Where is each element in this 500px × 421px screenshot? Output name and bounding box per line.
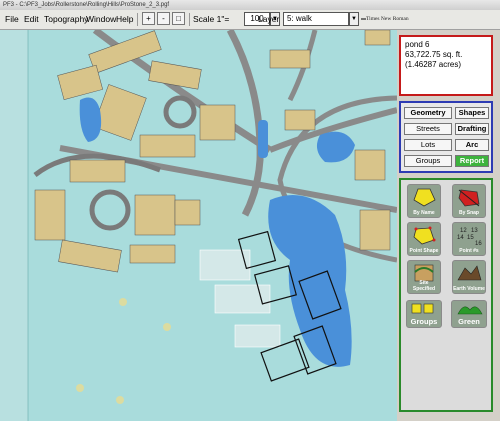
arc-button[interactable]: Arc xyxy=(455,139,489,151)
green-tool-label: Green xyxy=(458,317,480,326)
groups-button[interactable]: Groups xyxy=(404,155,452,167)
green-icon xyxy=(457,306,483,315)
tool-palette: By Name By Snap Point Shape 12 13 14 15 … xyxy=(399,178,493,412)
zoom-in-button[interactable]: + xyxy=(142,12,155,25)
selected-object-area-acres: (1.46287 acres) xyxy=(405,60,462,69)
zoom-out-button[interactable]: - xyxy=(157,12,170,25)
menu-window[interactable]: Window xyxy=(86,14,116,24)
lots-button[interactable]: Lots xyxy=(404,139,452,151)
selected-object-area-sqft: 63,722.75 sq. ft. xyxy=(405,50,463,59)
earth-volume-label: Earth Volume xyxy=(453,286,485,292)
toolbar-separator xyxy=(137,13,138,26)
window-title: PF3 - C:\PF3_Jobs\Rollerstone\Rolling\Hi… xyxy=(3,2,170,8)
by-name-button[interactable]: By Name xyxy=(407,184,441,218)
earth-volume-button[interactable]: Earth Volume xyxy=(452,260,486,294)
by-name-label: By Name xyxy=(413,210,435,216)
chevron-down-icon: ▼ xyxy=(351,16,357,22)
by-snap-label: By Snap xyxy=(458,210,479,216)
menu-edit[interactable]: Edit xyxy=(24,14,39,24)
zoom-fit-icon: □ xyxy=(176,14,181,23)
info-panel: pond 6 63,722.75 sq. ft. (1.46287 acres) xyxy=(399,35,493,96)
groups-tool-button[interactable]: Groups xyxy=(406,300,442,328)
point-numbers-label: Point #s xyxy=(459,248,479,254)
layer-select[interactable]: 5: walk xyxy=(283,12,349,26)
point-shape-label: Point Shape xyxy=(409,248,439,254)
layer-dropdown-button[interactable]: ▼ xyxy=(349,12,359,26)
point-number-label: 12 xyxy=(460,228,467,234)
menu-help[interactable]: Help xyxy=(116,14,133,24)
site-plan-drawing xyxy=(0,30,397,421)
layer-label: Layer xyxy=(258,14,280,24)
point-numbers-icon: 12 13 14 15 16 xyxy=(457,228,482,247)
point-number-label: 13 xyxy=(471,228,478,234)
selected-object-name: pond 6 xyxy=(405,40,430,49)
point-number-label: 14 xyxy=(457,235,464,241)
drafting-button[interactable]: Drafting xyxy=(455,123,489,135)
site-specified-button[interactable]: Site Specified xyxy=(407,260,441,294)
zoom-in-icon: + xyxy=(146,14,151,23)
site-plan-canvas[interactable] xyxy=(0,30,397,421)
shapes-button[interactable]: Shapes xyxy=(455,107,489,119)
streets-button[interactable]: Streets xyxy=(404,123,452,135)
groups-tool-label: Groups xyxy=(410,317,438,326)
zoom-out-icon: - xyxy=(162,14,165,23)
font-selector[interactable]: Times New Roman xyxy=(366,16,409,22)
zoom-fit-button[interactable]: □ xyxy=(172,12,185,25)
point-shape-button[interactable]: Point Shape xyxy=(407,222,441,256)
point-numbers-button[interactable]: 12 13 14 15 16 Point #s xyxy=(452,222,486,256)
toolbar: File Edit Topography Window Help + - □ S… xyxy=(0,10,500,30)
groups-icon xyxy=(411,303,434,314)
menu-topography[interactable]: Topography xyxy=(44,14,88,24)
geometry-button[interactable]: Geometry xyxy=(404,107,452,119)
report-button[interactable]: Report xyxy=(455,155,489,167)
red-polygon-snap-icon xyxy=(458,189,480,207)
site-specified-label: Site Specified xyxy=(412,280,436,292)
scale-label: Scale 1"= xyxy=(193,14,230,24)
green-tool-button[interactable]: Green xyxy=(451,300,487,328)
point-shape-icon xyxy=(413,226,436,245)
by-snap-button[interactable]: By Snap xyxy=(452,184,486,218)
earth-volume-icon xyxy=(457,265,482,281)
point-number-label: 16 xyxy=(475,241,482,247)
command-button-panel: Geometry Shapes Streets Drafting Lots Ar… xyxy=(399,101,493,173)
menu-file[interactable]: File xyxy=(5,14,19,24)
toolbar-separator xyxy=(189,13,190,26)
yellow-pentagon-icon xyxy=(413,188,436,207)
point-number-label: 15 xyxy=(467,235,474,241)
